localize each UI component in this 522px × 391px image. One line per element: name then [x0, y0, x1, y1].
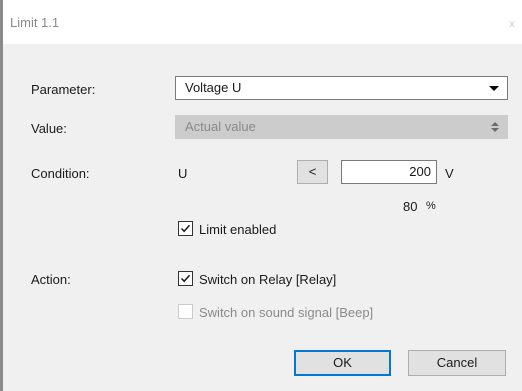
percent-unit: % — [426, 200, 436, 212]
parameter-label: Parameter: — [31, 82, 96, 97]
value-dropdown-value: Actual value — [185, 119, 256, 134]
condition-label: Condition: — [31, 166, 90, 181]
dialog-body: Parameter: Voltage U Value: Actual value… — [3, 44, 522, 391]
cancel-button[interactable]: Cancel — [408, 350, 506, 376]
window-title: Limit 1.1 — [10, 15, 60, 30]
checkmark-icon — [180, 224, 191, 233]
ok-button[interactable]: OK — [294, 350, 391, 376]
parameter-dropdown[interactable]: Voltage U — [175, 76, 508, 100]
relay-label: Switch on Relay [Relay] — [199, 272, 337, 287]
condition-symbol: U — [178, 166, 188, 181]
limit-dialog: Limit 1.1 x Parameter: Voltage U Value: … — [0, 0, 522, 391]
value-dropdown: Actual value — [175, 115, 508, 139]
close-button[interactable]: x — [502, 11, 522, 37]
chevron-down-icon — [489, 77, 499, 99]
sound-label: Switch on sound signal [Beep] — [199, 305, 374, 320]
limit-enabled-label: Limit enabled — [199, 222, 277, 237]
threshold-unit: V — [445, 166, 454, 181]
up-down-arrows-icon — [491, 116, 499, 138]
operator-button[interactable]: < — [297, 160, 328, 184]
threshold-input[interactable]: 200 — [341, 160, 437, 184]
relay-checkbox[interactable] — [178, 271, 193, 286]
close-icon: x — [509, 18, 515, 30]
title-bar: Limit 1.1 x — [3, 0, 522, 44]
checkmark-icon — [180, 274, 191, 283]
parameter-dropdown-value: Voltage U — [185, 80, 242, 95]
sound-checkbox — [178, 304, 193, 319]
percent-value: 80 — [403, 199, 418, 214]
value-label: Value: — [31, 121, 67, 136]
limit-enabled-checkbox[interactable] — [178, 221, 193, 236]
action-label: Action: — [31, 272, 71, 287]
